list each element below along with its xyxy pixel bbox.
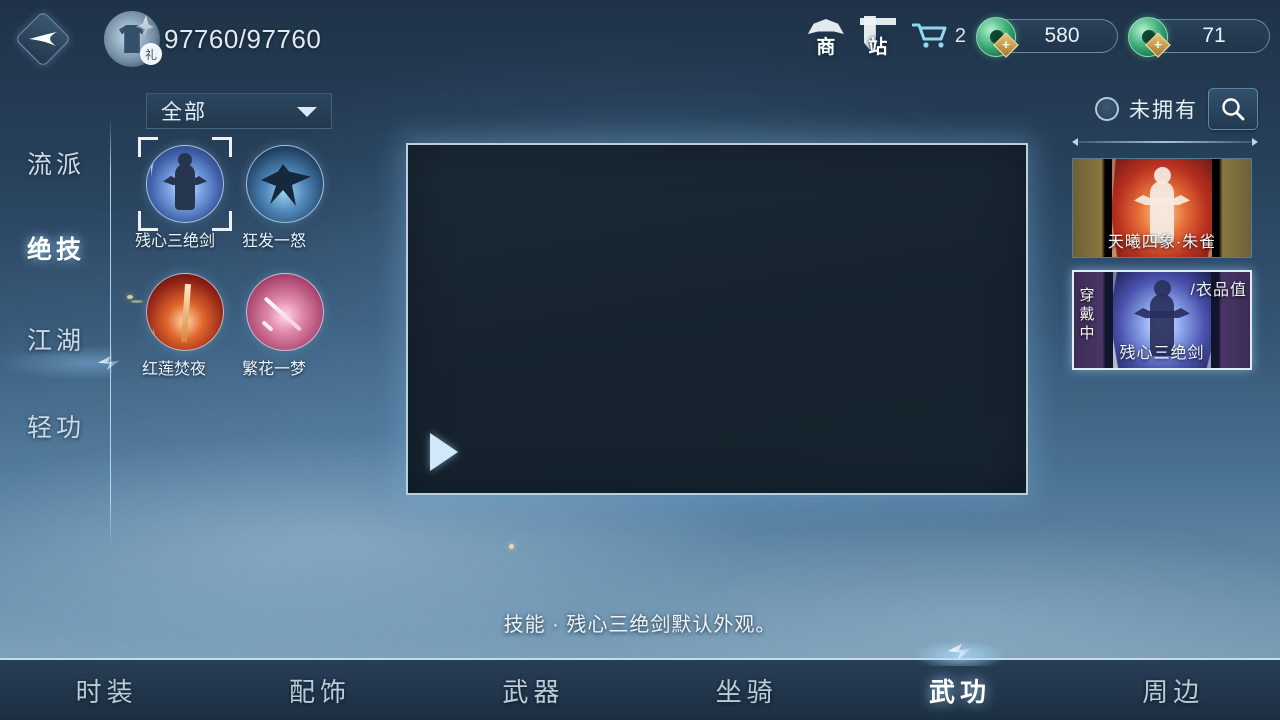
merchant-button-label: 商 bbox=[816, 37, 836, 58]
kite-silhouette-icon bbox=[261, 164, 311, 206]
back-arrow-icon bbox=[29, 32, 57, 46]
skill-icon-canxinsanjuejian bbox=[146, 145, 224, 223]
category-filter-dropdown[interactable]: 全部 bbox=[146, 93, 332, 129]
skill-item-label: 残心三绝剑 bbox=[135, 233, 216, 250]
shop-station-button-label: 站 bbox=[868, 37, 888, 58]
owned-filter-label[interactable]: 未拥有 bbox=[1129, 94, 1198, 124]
skill-item-kuangfayinu[interactable]: 狂发一怒 bbox=[242, 145, 324, 251]
dust-mote bbox=[127, 295, 133, 299]
selected-tab-marker-icon bbox=[913, 638, 1006, 668]
bottom-nav: 时装 配饰 武器 坐骑 武功 周边 bbox=[0, 639, 1280, 720]
owned-filter-row: 未拥有 bbox=[1072, 88, 1258, 130]
fashion-score-label: 97760/97760 bbox=[164, 23, 322, 54]
sidebar: 流派 绝技 江湖 轻功 bbox=[0, 118, 120, 538]
skill-icon-kuangfayinu bbox=[246, 145, 324, 223]
skill-item-label: 红莲焚夜 bbox=[141, 361, 206, 378]
shop-banner-bar bbox=[859, 18, 896, 25]
preview-video-panel[interactable] bbox=[406, 143, 1028, 495]
panel-divider bbox=[1072, 138, 1258, 146]
cart-button[interactable]: 2 bbox=[911, 21, 966, 51]
player-fashion-block[interactable]: 礼 97760/97760 bbox=[104, 10, 321, 68]
appearance-list-panel: 未拥有 天曦四象·朱雀 /衣品值 穿戴中 残心三绝剑 bbox=[1072, 88, 1258, 370]
skill-item-label: 繁花一梦 bbox=[241, 361, 306, 378]
dust-mote bbox=[131, 300, 143, 303]
appearance-card-zhuque[interactable]: 天曦四象·朱雀 bbox=[1072, 158, 1252, 258]
sidebar-item-jianghu[interactable]: 江湖 bbox=[0, 321, 112, 357]
tab-shizhuang[interactable]: 时装 bbox=[0, 672, 213, 709]
tab-zuoqi[interactable]: 坐骑 bbox=[640, 672, 853, 709]
skill-grid: 残心三绝剑 狂发一怒 红莲焚夜 繁花一梦 bbox=[135, 137, 346, 401]
tab-wugong[interactable]: 武功 bbox=[853, 639, 1066, 709]
sidebar-item-liupai[interactable]: 流派 bbox=[0, 145, 112, 181]
preview-caption: 技能 · 残心三绝剑默认外观。 bbox=[503, 614, 777, 636]
dust-mote bbox=[509, 544, 514, 549]
tab-wugong-label: 武功 bbox=[928, 676, 991, 707]
tab-peishi[interactable]: 配饰 bbox=[213, 672, 426, 709]
currency-gem-pill[interactable]: + 71 bbox=[1128, 17, 1270, 58]
gem-value: 71 bbox=[1202, 24, 1226, 47]
merchant-button[interactable]: 商 bbox=[806, 14, 846, 58]
equipped-badge: 穿戴中 bbox=[1079, 287, 1095, 342]
search-button[interactable] bbox=[1208, 88, 1258, 130]
category-filter-value: 全部 bbox=[161, 101, 207, 124]
fashion-value-label: /衣品值 bbox=[1190, 282, 1247, 299]
sword-glyph-icon bbox=[259, 288, 315, 338]
search-icon bbox=[1222, 98, 1245, 121]
top-right-controls: 商 站 2 + 580 + 71 bbox=[806, 14, 1270, 58]
skill-item-fanhuayimeng[interactable]: 繁花一梦 bbox=[242, 273, 324, 379]
tab-wuqi[interactable]: 武器 bbox=[427, 672, 640, 709]
skill-item-canxinsanjuejian[interactable]: 残心三绝剑 bbox=[135, 137, 232, 251]
skill-row: 残心三绝剑 狂发一怒 bbox=[135, 137, 346, 251]
appearance-card-label: 残心三绝剑 bbox=[1119, 345, 1205, 362]
cart-icon bbox=[911, 23, 947, 48]
skill-item-hongliangfenye[interactable]: 红莲焚夜 bbox=[142, 273, 224, 379]
skill-icon-fanhuayimeng bbox=[246, 273, 324, 351]
shop-station-button[interactable]: 站 bbox=[858, 14, 898, 58]
play-triangle-icon[interactable] bbox=[430, 433, 458, 471]
currency-coin-pill[interactable]: + 580 bbox=[976, 17, 1118, 58]
sidebar-item-juejifa[interactable]: 绝技 bbox=[0, 230, 112, 266]
skill-row: 红莲焚夜 繁花一梦 bbox=[142, 273, 346, 379]
appearance-card-label: 天曦四象·朱雀 bbox=[1107, 234, 1217, 251]
plus-glyph: + bbox=[1154, 37, 1162, 52]
sidebar-item-qinggong[interactable]: 轻功 bbox=[0, 408, 112, 444]
top-bar: 礼 97760/97760 商 站 2 + 580 + 71 bbox=[0, 0, 1280, 78]
skill-item-label: 狂发一怒 bbox=[241, 233, 306, 250]
coin-value: 580 bbox=[1044, 24, 1080, 47]
tab-zhoubian[interactable]: 周边 bbox=[1067, 672, 1280, 709]
plus-glyph: + bbox=[1002, 37, 1010, 52]
outfit-shirt-icon: 礼 bbox=[104, 11, 162, 67]
radio-circle-icon[interactable] bbox=[1095, 97, 1119, 121]
back-button[interactable] bbox=[14, 10, 72, 68]
character-silhouette-icon bbox=[175, 153, 195, 210]
gift-badge: 礼 bbox=[140, 43, 162, 65]
chevron-down-icon bbox=[297, 107, 317, 117]
divider-arrow-right-icon bbox=[1252, 138, 1258, 146]
cart-count: 2 bbox=[954, 24, 966, 47]
skill-icon-hongliangfenye bbox=[146, 273, 224, 351]
appearance-card-canxinsanjuejian[interactable]: /衣品值 穿戴中 残心三绝剑 bbox=[1072, 270, 1252, 370]
